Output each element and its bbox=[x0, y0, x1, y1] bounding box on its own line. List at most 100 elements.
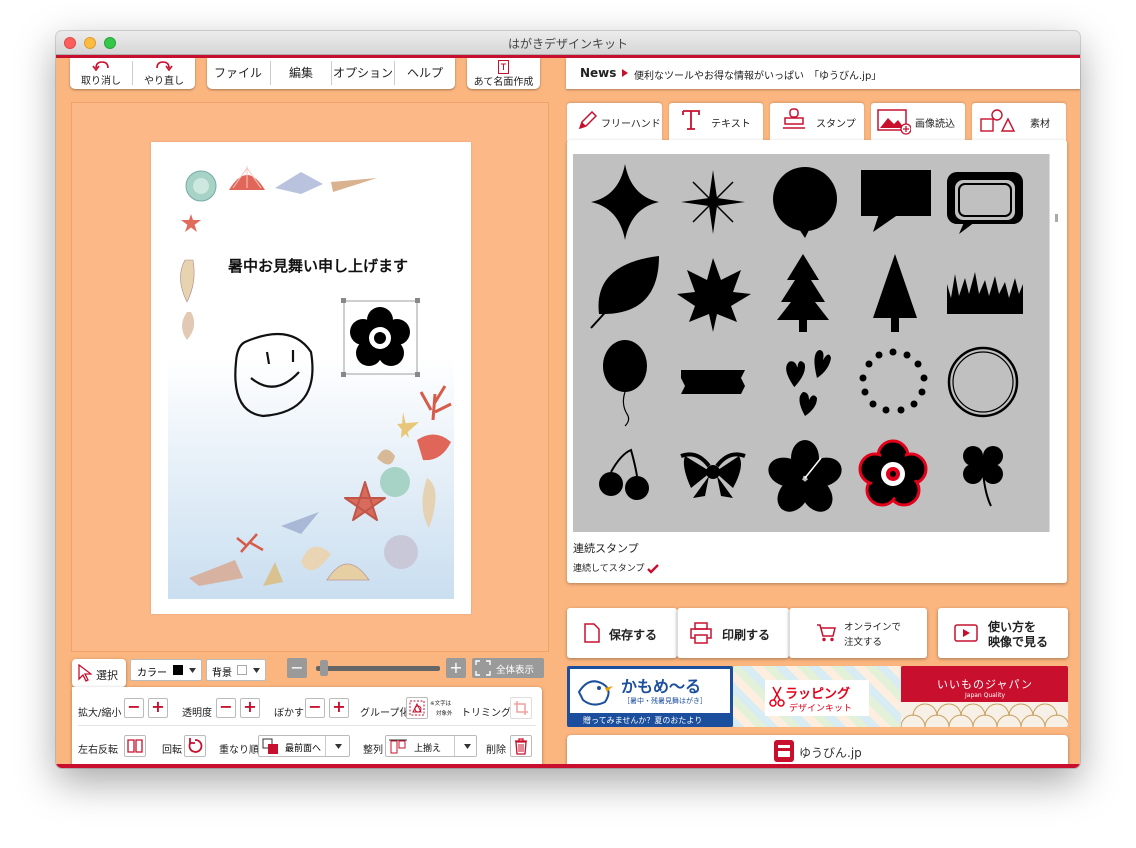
color-dropdown[interactable]: カラー bbox=[130, 659, 202, 681]
stamp-grass[interactable] bbox=[947, 272, 1023, 314]
wrapping-banner[interactable]: ラッピング デザインキット bbox=[733, 666, 901, 727]
tab-image-import[interactable]: 画像読込 bbox=[871, 103, 965, 141]
menu-edit[interactable]: 編集 bbox=[271, 64, 331, 81]
stamp-plum-blossom-selected[interactable] bbox=[858, 439, 928, 507]
order-online-button[interactable]: オンラインで 注文する bbox=[789, 608, 927, 658]
order-value: 最前面へ bbox=[285, 744, 322, 754]
grid-scrollbar[interactable] bbox=[1049, 154, 1063, 532]
tab-stamp[interactable]: スタンプ bbox=[770, 103, 864, 141]
delete-button[interactable] bbox=[510, 735, 532, 757]
order-label: 重なり順 bbox=[219, 745, 259, 756]
address-side-label: あて名面作成 bbox=[473, 77, 534, 88]
menu-help[interactable]: ヘルプ bbox=[395, 64, 455, 81]
group-button[interactable] bbox=[406, 697, 428, 719]
rotate-icon bbox=[188, 738, 203, 753]
stamp-tape[interactable] bbox=[681, 370, 745, 394]
zoom-bar: − + 全体表示 bbox=[282, 655, 546, 683]
postcard-canvas[interactable]: 暑中お見舞い申し上げます bbox=[151, 142, 471, 614]
background-dropdown[interactable]: 背景 bbox=[206, 659, 266, 681]
tab-text[interactable]: テキスト bbox=[669, 103, 763, 141]
order-dropdown[interactable]: 最前面へ bbox=[258, 735, 350, 757]
print-button[interactable]: 印刷する bbox=[677, 608, 789, 658]
menu-options[interactable]: オプション bbox=[332, 64, 394, 81]
stamp-four-point-star[interactable] bbox=[591, 164, 659, 240]
group-label: グループ化 bbox=[360, 708, 410, 719]
background-label: 背景 bbox=[212, 668, 232, 679]
stamp-ribbon[interactable] bbox=[680, 452, 746, 498]
stamp-clover[interactable] bbox=[963, 446, 1003, 507]
stamp-leaf[interactable] bbox=[590, 256, 659, 329]
yubin-label: ゆうびん.jp bbox=[799, 746, 862, 760]
group-shapes-icon bbox=[409, 700, 425, 716]
wrapping-title: ラッピング bbox=[785, 687, 851, 702]
postcard-art: 暑中お見舞い申し上げます bbox=[168, 159, 454, 599]
rotate-button[interactable] bbox=[184, 735, 206, 757]
align-label: 整列 bbox=[363, 745, 383, 756]
menu-file[interactable]: ファイル bbox=[207, 64, 269, 81]
stamp-speech-bubble-rect[interactable] bbox=[861, 170, 931, 232]
stamp-speech-bubble-round[interactable] bbox=[773, 167, 837, 238]
undo-label: 取り消し bbox=[81, 76, 121, 87]
flip-label: 左右反転 bbox=[78, 745, 118, 756]
select-tool-button[interactable]: 選択 bbox=[72, 659, 126, 687]
zoom-slider-handle[interactable] bbox=[320, 660, 328, 676]
tool-row-divider bbox=[78, 725, 536, 726]
flip-horizontal-button[interactable] bbox=[124, 735, 146, 757]
blur-down-button[interactable]: − bbox=[305, 698, 325, 718]
news-label: News bbox=[580, 66, 617, 80]
continuous-stamp-label: 連続してスタンプ bbox=[573, 564, 645, 574]
tab-materials[interactable]: 素材 bbox=[972, 103, 1066, 141]
news-text: 便利なツールやお得な情報がいっぱい 「ゆうびん.jp」 bbox=[634, 71, 882, 82]
scale-up-button[interactable]: + bbox=[148, 698, 168, 718]
stamp-hearts[interactable] bbox=[784, 350, 831, 416]
news-bar[interactable]: News 便利なツールやお得な情報がいっぱい 「ゆうびん.jp」 bbox=[566, 58, 1080, 89]
zoom-slider[interactable] bbox=[316, 660, 440, 676]
blur-up-button[interactable]: + bbox=[329, 698, 349, 718]
stamp-speech-bubble-double[interactable] bbox=[947, 172, 1023, 234]
post-box-icon bbox=[774, 740, 794, 762]
stamp-tree-triangle[interactable] bbox=[873, 254, 917, 332]
align-top-icon bbox=[389, 739, 407, 754]
stamp-maple-leaf[interactable] bbox=[677, 258, 751, 332]
align-dropdown[interactable]: 上揃え bbox=[385, 735, 477, 757]
redo-button[interactable]: やり直し bbox=[133, 58, 195, 88]
fit-all-button[interactable]: 全体表示 bbox=[472, 658, 544, 678]
stamp-ring[interactable] bbox=[947, 346, 1019, 418]
stamp-tree-fir[interactable] bbox=[777, 254, 829, 332]
tab-materials-label: 素材 bbox=[1030, 119, 1050, 130]
document-icon bbox=[584, 623, 600, 643]
bottom-accent-line bbox=[56, 764, 1080, 768]
tab-freehand[interactable]: フリーハンド bbox=[567, 103, 662, 141]
japan-quality-banner[interactable]: いいものジャパン Japan Quality bbox=[901, 666, 1068, 727]
scissors-icon bbox=[769, 686, 785, 707]
tab-freehand-label: フリーハンド bbox=[601, 119, 661, 130]
align-value: 上揃え bbox=[414, 744, 442, 754]
continuous-stamp-checkbox[interactable]: 連続してスタンプ bbox=[573, 561, 660, 574]
japan-title: いいものジャパン bbox=[937, 678, 1033, 691]
zoom-out-button[interactable]: − bbox=[287, 658, 307, 678]
scale-down-button[interactable]: − bbox=[124, 698, 144, 718]
opacity-down-button[interactable]: − bbox=[216, 698, 236, 718]
color-swatch bbox=[173, 665, 183, 675]
kamome-title: かもめ〜る bbox=[621, 677, 702, 696]
stamp-dot-circle[interactable] bbox=[859, 348, 928, 414]
stamp-hibiscus[interactable] bbox=[765, 440, 846, 518]
address-side-button[interactable]: あて名面作成 bbox=[467, 58, 540, 89]
window-title: はがきデザインキット bbox=[507, 37, 628, 51]
howto-video-button[interactable]: 使い方を 映像で見る bbox=[938, 608, 1068, 658]
greeting-text: 暑中お見舞い申し上げます bbox=[228, 257, 408, 275]
trim-button[interactable] bbox=[510, 697, 532, 719]
stamp-balloon[interactable] bbox=[603, 340, 647, 427]
flip-book-icon bbox=[127, 739, 143, 753]
tab-text-label: テキスト bbox=[711, 119, 751, 130]
menu-bar: ファイル 編集 オプション ヘルプ bbox=[207, 58, 455, 89]
stamp-icon bbox=[783, 108, 805, 129]
undo-button[interactable]: 取り消し bbox=[70, 58, 132, 88]
kamome-banner[interactable]: かもめ〜る ［暑中・残暑見舞はがき］ 贈ってみませんか？夏のおたより bbox=[567, 666, 733, 727]
stamp-sparkle[interactable] bbox=[681, 170, 745, 234]
zoom-in-button[interactable]: + bbox=[446, 658, 466, 678]
scale-label: 拡大/縮小 bbox=[78, 708, 122, 719]
stamp-cherries[interactable] bbox=[599, 448, 649, 500]
opacity-up-button[interactable]: + bbox=[240, 698, 260, 718]
save-button[interactable]: 保存する bbox=[567, 608, 677, 658]
